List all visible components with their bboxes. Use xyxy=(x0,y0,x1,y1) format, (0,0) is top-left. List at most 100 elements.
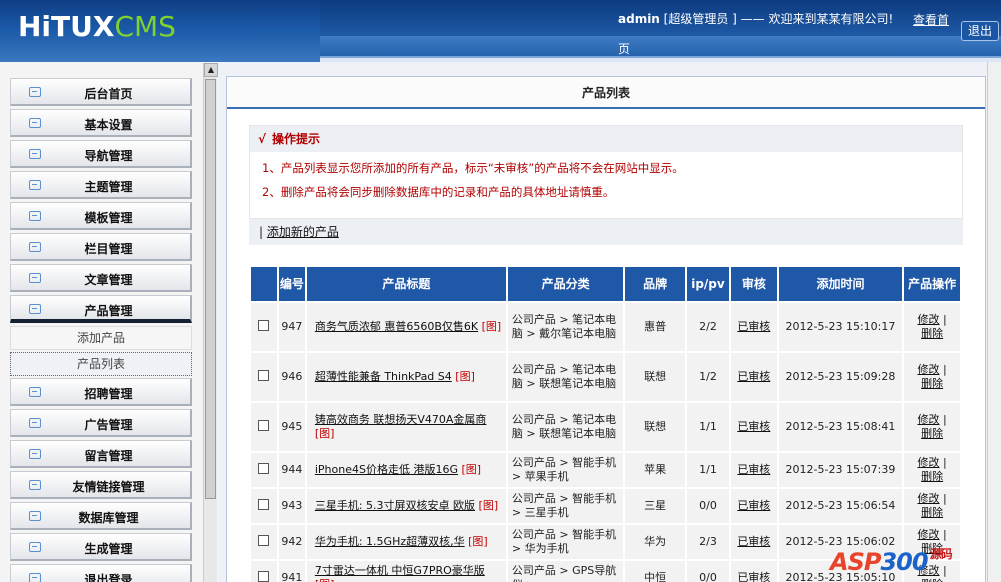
image-tag[interactable]: [图] xyxy=(468,535,488,548)
sidebar-scrollbar[interactable]: ▲ xyxy=(203,63,218,582)
delete-link[interactable]: 删除 xyxy=(921,470,943,483)
sidebar-item-recruit[interactable]: 招聘管理 xyxy=(10,378,192,406)
edit-link[interactable]: 修改 xyxy=(917,456,939,469)
product-list-panel: 产品列表 √ 操作提示 1、产品列表显示您所添加的所有产品，标示“未审核”的产品将… xyxy=(226,76,986,582)
row-actions: 修改 |删除 xyxy=(904,489,960,523)
product-title-link[interactable]: 铸高效商务 联想扬天V470A金属商 xyxy=(315,413,487,426)
page-title: 产品列表 xyxy=(227,77,985,109)
row-status-link[interactable]: 已审核 xyxy=(737,320,770,333)
image-tag[interactable]: [图] xyxy=(479,499,499,512)
main-scrollbar[interactable] xyxy=(987,62,1001,582)
sidebar-item-template[interactable]: 模板管理 xyxy=(10,202,192,230)
row-brand: 联想 xyxy=(625,353,685,401)
sidebar-subitem-add-product[interactable]: 添加产品 xyxy=(10,326,192,350)
sidebar-item-label: 生成管理 xyxy=(84,542,133,556)
sidebar-item-home[interactable]: 后台首页 xyxy=(10,78,192,106)
edit-link[interactable]: 修改 xyxy=(917,313,939,326)
row-status-cell: 已审核 xyxy=(730,561,777,582)
table-row: 943 三星手机: 5.3寸屏双核安卓 欧版 [图] 公司产品 > 智能手机 > 三… xyxy=(251,489,960,523)
sidebar-item-column[interactable]: 栏目管理 xyxy=(10,233,192,261)
image-tag[interactable]: [图] xyxy=(482,320,502,333)
scroll-up-arrow-icon[interactable]: ▲ xyxy=(204,63,218,77)
tip-line-1: 1、产品列表显示您所添加的所有产品，标示“未审核”的产品将不会在网站中显示。 xyxy=(262,161,684,175)
sidebar-item-nav[interactable]: 导航管理 xyxy=(10,140,192,168)
sidebar-item-database[interactable]: 数据库管理 xyxy=(10,502,192,530)
image-tag[interactable]: [图] xyxy=(315,578,335,582)
add-separator: | xyxy=(259,225,264,239)
delete-link[interactable]: 删除 xyxy=(921,377,943,390)
delete-link[interactable]: 删除 xyxy=(921,506,943,519)
row-time: 2012-5-23 15:06:54 xyxy=(778,489,903,523)
row-time: 2012-5-23 15:10:17 xyxy=(778,303,903,351)
row-checkbox-cell xyxy=(251,561,277,582)
image-tag[interactable]: [图] xyxy=(461,463,481,476)
row-status-cell: 已审核 xyxy=(730,525,777,559)
row-id: 945 xyxy=(278,403,305,451)
row-checkbox-cell xyxy=(251,453,277,487)
logo: HiTUXCMS xyxy=(18,12,176,42)
tip-line-2: 2、删除产品将会同步删除数据库中的记录和产品的具体地址请慎重。 xyxy=(262,185,615,199)
row-title-cell: 铸高效商务 联想扬天V470A金属商 [图] xyxy=(306,403,506,451)
sidebar-item-settings[interactable]: 基本设置 xyxy=(10,109,192,137)
view-home-link-wrap[interactable]: 页 xyxy=(618,40,630,57)
sidebar-item-links[interactable]: 友情链接管理 xyxy=(10,471,192,499)
edit-link[interactable]: 修改 xyxy=(917,363,939,376)
view-home-link[interactable]: 查看首 xyxy=(913,11,949,28)
row-ippv: 2/2 xyxy=(687,303,729,351)
edit-link[interactable]: 修改 xyxy=(917,492,939,505)
row-title-cell: 三星手机: 5.3寸屏双核安卓 欧版 [图] xyxy=(306,489,506,523)
add-product-link[interactable]: 添加新的产品 xyxy=(267,225,339,239)
sidebar-item-article[interactable]: 文章管理 xyxy=(10,264,192,292)
row-status-link[interactable]: 已审核 xyxy=(737,370,770,383)
row-brand: 联想 xyxy=(625,403,685,451)
product-title-link[interactable]: 三星手机: 5.3寸屏双核安卓 欧版 xyxy=(315,499,475,512)
sidebar-subitem-product-list[interactable]: 产品列表 xyxy=(10,352,192,376)
row-checkbox[interactable] xyxy=(258,319,270,331)
sidebar-item-messages[interactable]: 留言管理 xyxy=(10,440,192,468)
row-checkbox[interactable] xyxy=(258,570,270,582)
product-title-link[interactable]: iPhone4S价格走低 港版16G xyxy=(315,463,458,476)
row-status-link[interactable]: 已审核 xyxy=(737,463,770,476)
product-title-link[interactable]: 7寸雷达一体机 中恒G7PRO豪华版 xyxy=(315,564,485,577)
scroll-thumb[interactable] xyxy=(205,79,216,499)
watermark-b: 300 xyxy=(880,548,928,576)
row-title-cell: 超薄性能兼备 ThinkPad S4 [图] xyxy=(306,353,506,401)
row-title-cell: iPhone4S价格走低 港版16G [图] xyxy=(306,453,506,487)
image-tag[interactable]: [图] xyxy=(455,370,475,383)
row-checkbox[interactable] xyxy=(258,419,270,431)
delete-link[interactable]: 删除 xyxy=(921,578,943,582)
logout-button[interactable]: 退出 xyxy=(961,21,999,41)
sidebar-item-product[interactable]: 产品管理 xyxy=(10,295,192,323)
row-status-link[interactable]: 已审核 xyxy=(737,420,770,433)
row-actions: 修改 |删除 xyxy=(904,303,960,351)
row-checkbox[interactable] xyxy=(258,534,270,546)
sidebar-item-theme[interactable]: 主题管理 xyxy=(10,171,192,199)
product-title-link[interactable]: 超薄性能兼备 ThinkPad S4 xyxy=(315,370,452,383)
delete-link[interactable]: 删除 xyxy=(921,327,943,340)
edit-link[interactable]: 修改 xyxy=(917,528,939,541)
header-title: 产品标题 xyxy=(306,267,506,301)
row-status-link[interactable]: 已审核 xyxy=(737,499,770,512)
edit-link[interactable]: 修改 xyxy=(917,413,939,426)
delete-link[interactable]: 删除 xyxy=(921,427,943,440)
table-row: 946 超薄性能兼备 ThinkPad S4 [图] 公司产品 > 笔记本电脑 > … xyxy=(251,353,960,401)
row-checkbox[interactable] xyxy=(258,369,270,381)
sidebar-item-ads[interactable]: 广告管理 xyxy=(10,409,192,437)
sidebar-item-generate[interactable]: 生成管理 xyxy=(10,533,192,561)
header-status: 审核 xyxy=(730,267,777,301)
row-checkbox[interactable] xyxy=(258,498,270,510)
op-separator: | xyxy=(942,313,947,326)
row-id: 943 xyxy=(278,489,305,523)
row-checkbox[interactable] xyxy=(258,462,270,474)
row-status-link[interactable]: 已审核 xyxy=(737,571,770,582)
row-category: 公司产品 > 笔记本电脑 > 戴尔笔记本电脑 xyxy=(507,303,624,351)
row-category: 公司产品 > GPS导航仪 > xyxy=(507,561,624,582)
tips-box: √ 操作提示 1、产品列表显示您所添加的所有产品，标示“未审核”的产品将不会在网站… xyxy=(249,125,963,219)
op-separator: | xyxy=(942,456,947,469)
row-status-link[interactable]: 已审核 xyxy=(737,535,770,548)
product-title-link[interactable]: 华为手机: 1.5GHz超薄双核,华 xyxy=(315,535,465,548)
sidebar-item-logout[interactable]: 退出登录 xyxy=(10,564,192,582)
row-brand: 苹果 xyxy=(625,453,685,487)
image-tag[interactable]: [图] xyxy=(315,427,335,440)
product-title-link[interactable]: 商务气质浓郁 惠普6560B仅售6K xyxy=(315,320,478,333)
